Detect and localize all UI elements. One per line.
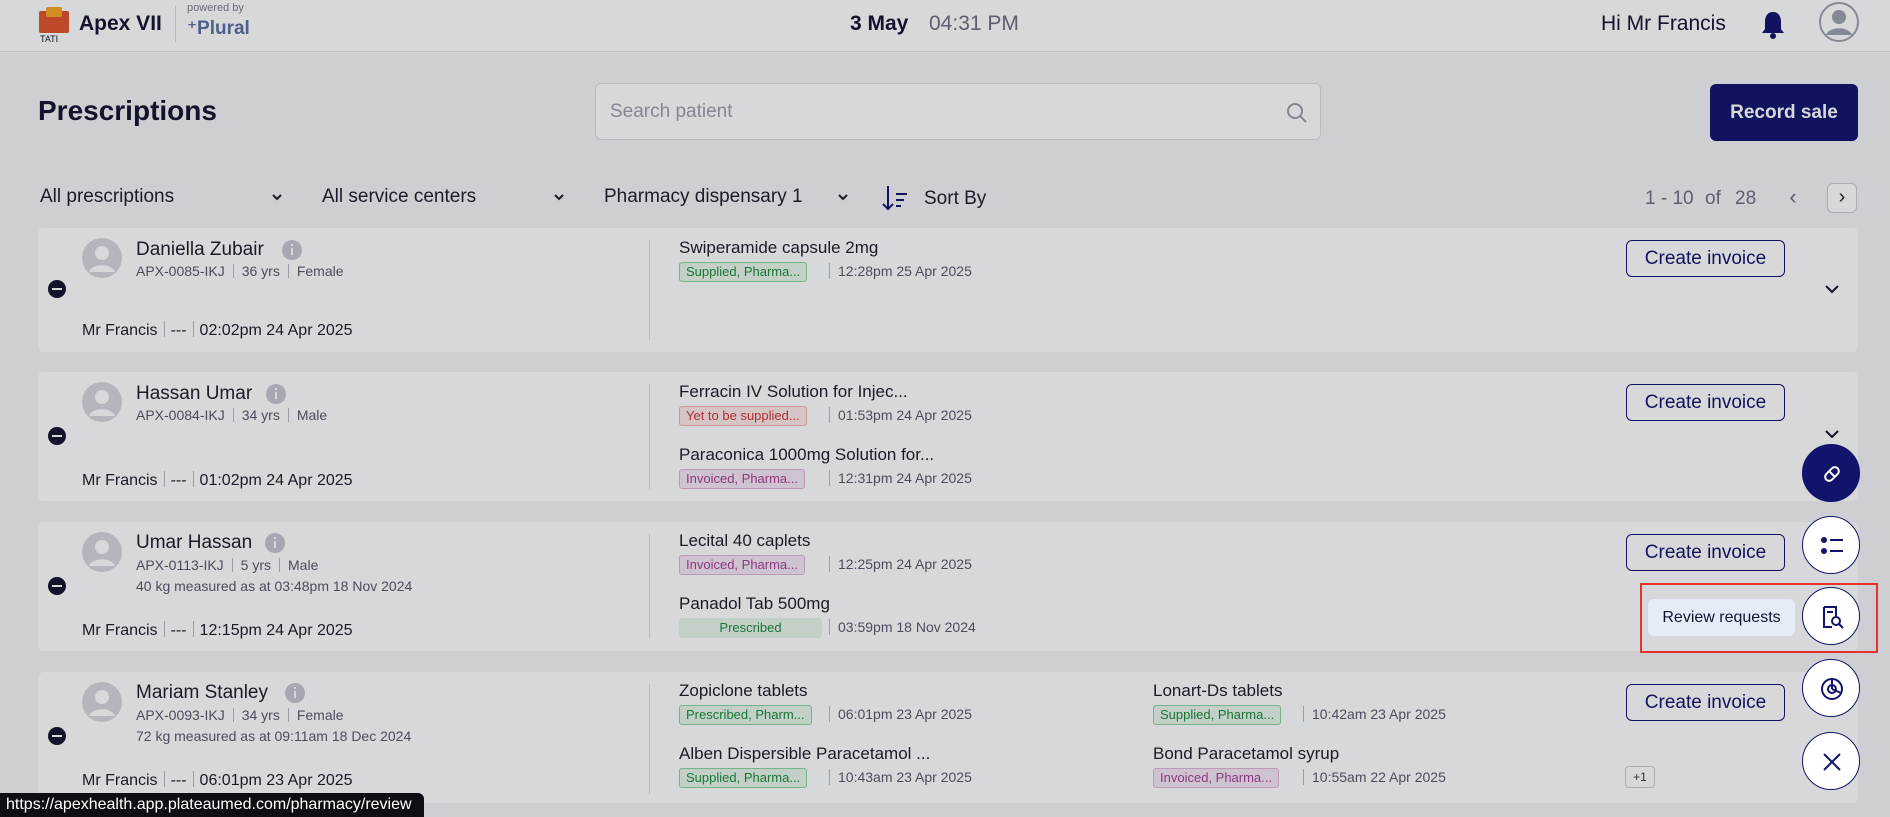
analytics-fab[interactable] — [1802, 659, 1860, 717]
list-fab[interactable] — [1802, 516, 1860, 574]
dim-overlay[interactable] — [0, 0, 1890, 817]
pie-chart-icon — [1821, 678, 1843, 700]
close-fab[interactable] — [1802, 732, 1860, 790]
pill-icon — [1824, 466, 1840, 482]
highlight-box — [1640, 583, 1878, 653]
close-icon — [1823, 753, 1841, 771]
medication-fab[interactable] — [1802, 444, 1860, 502]
status-url: https://apexhealth.app.plateaumed.com/ph… — [0, 793, 424, 817]
checklist-icon — [1821, 537, 1843, 554]
